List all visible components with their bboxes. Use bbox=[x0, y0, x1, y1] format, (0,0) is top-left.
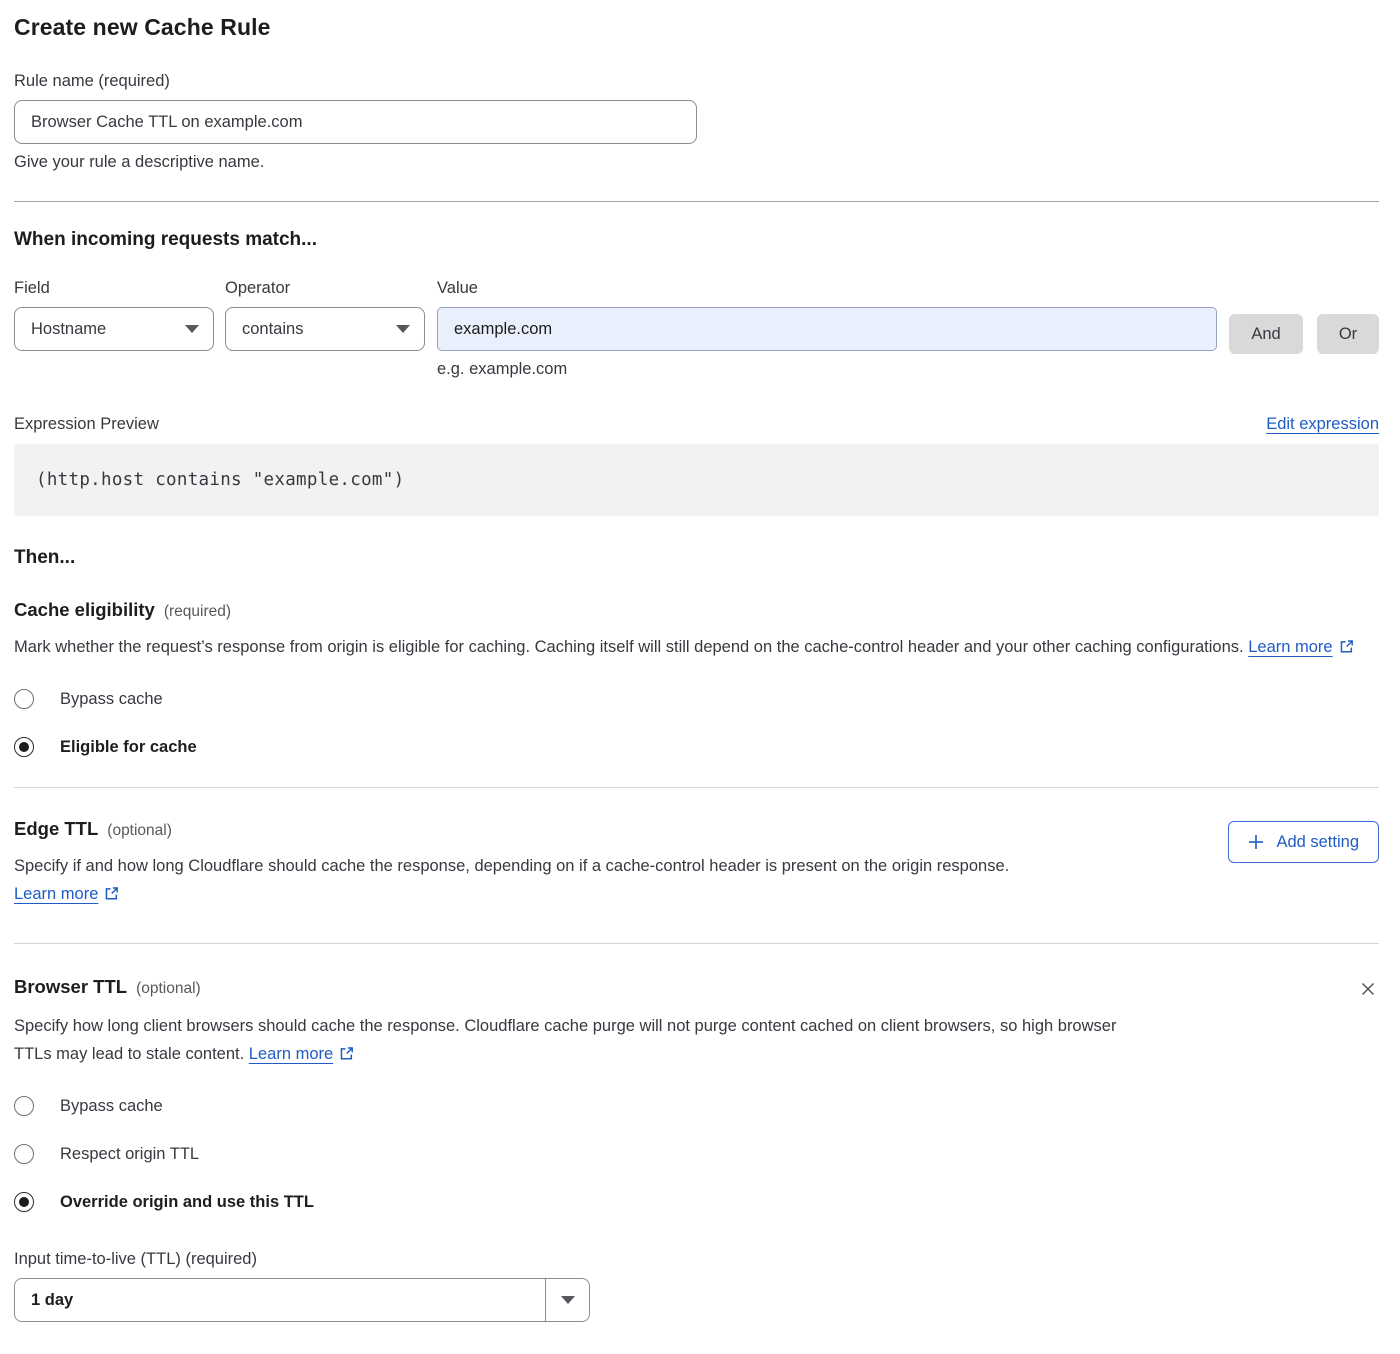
browser-ttl-section: Browser TTL (optional) Specify how long … bbox=[14, 976, 1379, 1322]
expression-code-block: (http.host contains "example.com") bbox=[14, 444, 1379, 516]
value-helper: e.g. example.com bbox=[437, 360, 1217, 379]
match-heading: When incoming requests match... bbox=[14, 229, 1379, 251]
expression-code: (http.host contains "example.com") bbox=[36, 470, 404, 490]
ttl-select-value: 1 day bbox=[15, 1279, 545, 1321]
radio-label: Eligible for cache bbox=[60, 738, 197, 757]
radio-icon bbox=[14, 689, 34, 709]
cache-eligibility-options: Bypass cache Eligible for cache bbox=[14, 689, 1379, 757]
rule-name-label: Rule name (required) bbox=[14, 72, 1379, 91]
value-input[interactable] bbox=[437, 307, 1217, 351]
radio-label: Override origin and use this TTL bbox=[60, 1193, 314, 1212]
page-title: Create new Cache Rule bbox=[14, 14, 1379, 41]
radio-respect-origin-ttl[interactable]: Respect origin TTL bbox=[14, 1144, 1379, 1164]
remove-browser-ttl-button[interactable] bbox=[1357, 978, 1379, 1000]
cache-eligibility-heading-row: Cache eligibility (required) bbox=[14, 599, 1379, 621]
add-setting-label: Add setting bbox=[1276, 833, 1359, 852]
required-tag: (required) bbox=[164, 603, 231, 621]
match-section: When incoming requests match... Field Ho… bbox=[14, 229, 1379, 379]
chevron-down-icon bbox=[185, 325, 199, 333]
browser-ttl-description: Specify how long client browsers should … bbox=[14, 1012, 1119, 1070]
edge-ttl-description: Specify if and how long Cloudflare shoul… bbox=[14, 852, 1119, 910]
ttl-input-section: Input time-to-live (TTL) (required) 1 da… bbox=[14, 1250, 1379, 1322]
operator-column: Operator contains bbox=[225, 279, 425, 351]
edit-expression-link[interactable]: Edit expression bbox=[1266, 415, 1379, 434]
ttl-label: Input time-to-live (TTL) (required) bbox=[14, 1250, 1379, 1269]
cache-eligibility-section: Cache eligibility (required) Mark whethe… bbox=[14, 599, 1379, 757]
radio-override-origin-ttl[interactable]: Override origin and use this TTL bbox=[14, 1192, 1379, 1212]
edge-ttl-heading: Edge TTL bbox=[14, 818, 98, 840]
divider bbox=[14, 201, 1379, 202]
close-icon bbox=[1359, 986, 1377, 1001]
radio-icon bbox=[14, 737, 34, 757]
expression-preview-label: Expression Preview bbox=[14, 415, 159, 434]
radio-icon bbox=[14, 1096, 34, 1116]
rule-name-helper: Give your rule a descriptive name. bbox=[14, 153, 1379, 172]
learn-more-link[interactable]: Learn more bbox=[14, 885, 98, 903]
ttl-select-arrow-button[interactable] bbox=[545, 1279, 589, 1321]
external-link-icon bbox=[104, 882, 119, 910]
cache-eligibility-heading: Cache eligibility bbox=[14, 599, 155, 621]
value-label: Value bbox=[437, 279, 1217, 298]
radio-icon bbox=[14, 1144, 34, 1164]
radio-eligible-for-cache[interactable]: Eligible for cache bbox=[14, 737, 1379, 757]
browser-ttl-heading-row: Browser TTL (optional) bbox=[14, 976, 1379, 1000]
field-select[interactable]: Hostname bbox=[14, 307, 214, 351]
operator-label: Operator bbox=[225, 279, 425, 298]
radio-icon bbox=[14, 1192, 34, 1212]
and-button[interactable]: And bbox=[1229, 314, 1303, 354]
radio-label: Bypass cache bbox=[60, 1097, 163, 1116]
description-text: Specify if and how long Cloudflare shoul… bbox=[14, 857, 1009, 875]
operator-select[interactable]: contains bbox=[225, 307, 425, 351]
operator-select-value: contains bbox=[242, 320, 303, 339]
browser-ttl-heading: Browser TTL bbox=[14, 976, 127, 998]
description-text: Specify how long client browsers should … bbox=[14, 1017, 1116, 1063]
or-button[interactable]: Or bbox=[1317, 314, 1379, 354]
radio-label: Respect origin TTL bbox=[60, 1145, 199, 1164]
divider bbox=[14, 787, 1379, 788]
match-condition-row: Field Hostname Operator contains Value e… bbox=[14, 279, 1379, 379]
chevron-down-icon bbox=[396, 325, 410, 333]
edge-ttl-content: Edge TTL (optional) Specify if and how l… bbox=[14, 818, 1119, 910]
then-heading: Then... bbox=[14, 547, 1379, 569]
cache-eligibility-description: Mark whether the request’s response from… bbox=[14, 633, 1359, 663]
rule-name-section: Rule name (required) Give your rule a de… bbox=[14, 72, 1379, 172]
rule-name-input[interactable] bbox=[14, 100, 697, 144]
external-link-icon bbox=[339, 1042, 354, 1070]
learn-more-link[interactable]: Learn more bbox=[249, 1045, 333, 1063]
edge-ttl-section: Edge TTL (optional) Specify if and how l… bbox=[14, 818, 1379, 910]
plus-icon bbox=[1248, 834, 1264, 850]
field-label: Field bbox=[14, 279, 214, 298]
browser-ttl-options: Bypass cache Respect origin TTL Override… bbox=[14, 1096, 1379, 1212]
learn-more-link[interactable]: Learn more bbox=[1248, 638, 1332, 656]
field-select-value: Hostname bbox=[31, 320, 106, 339]
radio-bypass-cache[interactable]: Bypass cache bbox=[14, 1096, 1379, 1116]
chevron-down-icon bbox=[561, 1296, 575, 1304]
radio-label: Bypass cache bbox=[60, 690, 163, 709]
external-link-icon bbox=[1339, 635, 1354, 663]
field-column: Field Hostname bbox=[14, 279, 214, 351]
radio-bypass-cache[interactable]: Bypass cache bbox=[14, 689, 1379, 709]
add-setting-button[interactable]: Add setting bbox=[1228, 821, 1379, 863]
create-cache-rule-form: Create new Cache Rule Rule name (require… bbox=[0, 0, 1400, 1342]
expression-preview-row: Expression Preview Edit expression bbox=[14, 415, 1379, 434]
edge-ttl-heading-row: Edge TTL (optional) bbox=[14, 818, 1119, 840]
ttl-select[interactable]: 1 day bbox=[14, 1278, 590, 1322]
optional-tag: (optional) bbox=[107, 822, 172, 840]
divider bbox=[14, 943, 1379, 944]
optional-tag: (optional) bbox=[136, 980, 201, 998]
value-column: Value e.g. example.com bbox=[437, 279, 1217, 379]
description-text: Mark whether the request’s response from… bbox=[14, 638, 1244, 656]
